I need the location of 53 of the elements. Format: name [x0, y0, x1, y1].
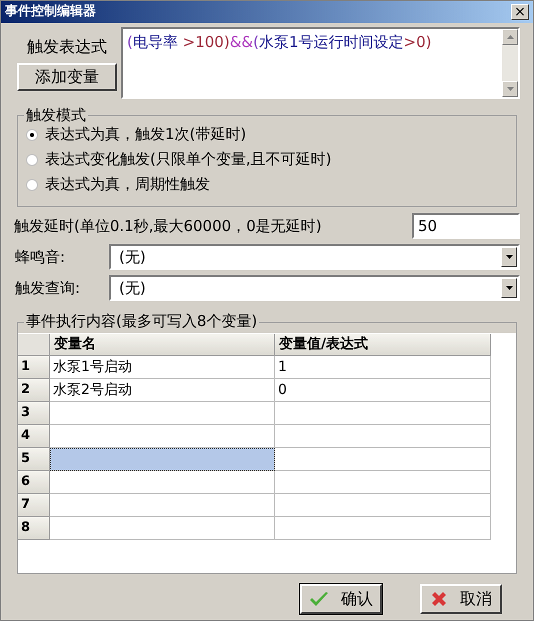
table-cell[interactable]: 水泵1号启动 — [50, 356, 275, 379]
radio-button[interactable] — [26, 178, 38, 190]
field-label: 触发查询: — [14, 278, 82, 299]
column-header[interactable]: 变量名 — [50, 334, 275, 356]
table-cell[interactable]: 水泵2号启动 — [50, 379, 275, 402]
cancel-button[interactable]: 取消 — [420, 584, 502, 614]
radio-label: 表达式为真，触发1次(带延时) — [45, 124, 246, 146]
row-header[interactable]: 1 — [18, 356, 50, 379]
expression-text: (电导率 >100)&&(水泵1号运行时间设定>0) — [126, 32, 432, 53]
row-header[interactable]: 3 — [18, 402, 50, 425]
group-title: 事件执行内容(最多可写入8个变量) — [24, 311, 260, 331]
row-header[interactable]: 4 — [18, 425, 50, 448]
scrollbar[interactable] — [502, 29, 518, 97]
table-cell[interactable] — [275, 517, 491, 540]
row-header[interactable]: 2 — [18, 379, 50, 402]
group-title: 触发模式 — [24, 105, 88, 125]
row-header[interactable]: 8 — [18, 517, 50, 540]
confirm-button[interactable]: 确认 — [300, 584, 382, 614]
scroll-down-icon[interactable] — [506, 87, 514, 91]
radio-label: 表达式变化触发(只限单个变量,且不可延时) — [45, 149, 332, 170]
table-cell[interactable]: 1 — [275, 356, 491, 379]
dropdown[interactable]: (无) — [109, 244, 520, 270]
field-label: 触发延时(单位0.1秒,最大60000，0是无延时) — [14, 216, 322, 237]
check-icon — [309, 591, 329, 607]
row-header[interactable]: 7 — [18, 494, 50, 517]
cross-icon — [430, 590, 448, 608]
window-title: 事件控制编辑器 — [5, 2, 96, 22]
field-label: 触发表达式 — [27, 36, 107, 58]
table-cell[interactable] — [50, 402, 275, 425]
field-label: 蜂鸣音: — [14, 246, 66, 268]
row-header[interactable]: 5 — [18, 448, 50, 471]
scroll-up-icon[interactable] — [506, 35, 514, 39]
dropdown[interactable]: (无) — [109, 275, 520, 301]
table-cell[interactable] — [50, 517, 275, 540]
add-variable-button[interactable]: 添加变量 — [17, 63, 117, 91]
expression-field[interactable]: (电导率 >100)&&(水泵1号运行时间设定>0) — [121, 27, 520, 99]
table-cell[interactable] — [50, 425, 275, 448]
close-button[interactable]: × — [511, 4, 529, 20]
table-cell[interactable] — [275, 402, 491, 425]
row-header[interactable]: 6 — [18, 471, 50, 494]
table-cell[interactable] — [275, 471, 491, 494]
column-header[interactable]: 变量值/表达式 — [275, 334, 491, 356]
radio-button[interactable] — [26, 154, 38, 166]
table-cell[interactable]: 0 — [275, 379, 491, 402]
radio-label: 表达式为真，周期性触发 — [45, 174, 210, 196]
table-cell[interactable] — [50, 448, 275, 471]
radio-button[interactable] — [26, 128, 38, 140]
table-cell[interactable] — [275, 425, 491, 448]
table-cell[interactable] — [50, 471, 275, 494]
table-cell[interactable] — [50, 494, 275, 517]
table-cell[interactable] — [275, 448, 491, 471]
table-cell[interactable] — [275, 494, 491, 517]
delay-input-field[interactable]: 50 — [412, 213, 520, 239]
